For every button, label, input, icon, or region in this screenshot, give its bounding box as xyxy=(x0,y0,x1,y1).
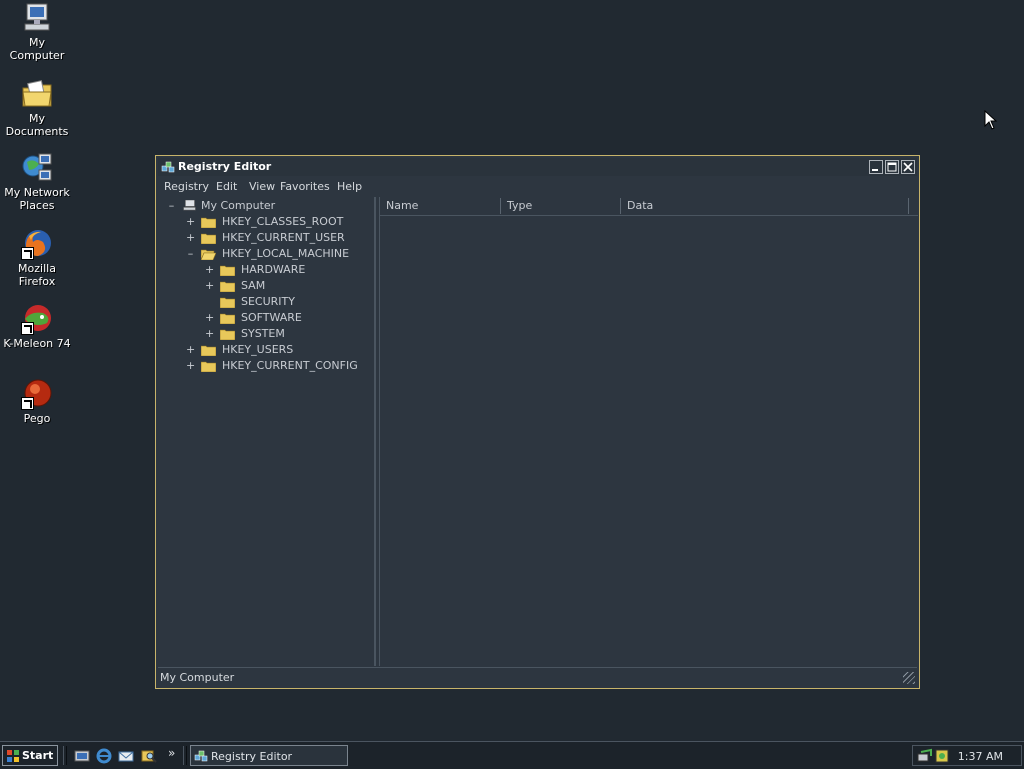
desktop-icon-k-meleon[interactable]: K-Meleon 74 xyxy=(0,303,74,350)
computer-icon xyxy=(183,200,196,211)
minimize-icon xyxy=(872,169,878,171)
status-bar: My Computer xyxy=(158,667,917,686)
clock[interactable]: 1:37 AM xyxy=(958,750,1003,763)
tree-expander[interactable]: + xyxy=(186,230,195,246)
taskbar-button-registry-editor[interactable]: Registry Editor xyxy=(190,745,348,766)
window-title: Registry Editor xyxy=(178,160,272,173)
folder-icon xyxy=(220,297,235,308)
taskbar-separator xyxy=(183,746,187,765)
desktop-icon-label: My Network Places xyxy=(4,186,70,212)
tree-expander[interactable]: + xyxy=(205,310,214,326)
open-folder-icon xyxy=(201,249,216,260)
tree-node-label: HKEY_LOCAL_MACHINE xyxy=(222,247,350,260)
registry-values-pane[interactable]: Name Type Data xyxy=(379,197,918,666)
menu-favorites[interactable]: Favorites xyxy=(280,180,330,193)
volume-tray-icon[interactable] xyxy=(934,748,950,764)
resize-grip-icon[interactable] xyxy=(903,672,915,684)
menu-registry[interactable]: Registry xyxy=(164,180,209,193)
tree-node-label: SAM xyxy=(241,279,266,292)
firefox-icon xyxy=(21,228,53,260)
show-desktop-icon[interactable] xyxy=(74,748,90,764)
start-button[interactable]: Start xyxy=(2,745,58,766)
desktop-icon-label: Mozilla Firefox xyxy=(18,262,56,288)
tree-expander[interactable]: + xyxy=(205,278,214,294)
taskbar-button-label: Registry Editor xyxy=(211,750,293,763)
shortcut-arrow-icon xyxy=(21,397,34,410)
column-header-data[interactable]: Data xyxy=(621,198,909,214)
system-tray: 1:37 AM xyxy=(912,745,1022,766)
tree-node-label: HKEY_USERS xyxy=(222,343,294,356)
menu-view[interactable]: View xyxy=(249,180,275,193)
tree-node-label: HKEY_CURRENT_USER xyxy=(222,231,345,244)
menu-bar: Registry Edit View Favorites Help xyxy=(158,177,917,195)
shortcut-arrow-icon xyxy=(21,322,34,335)
tree-expander[interactable]: + xyxy=(186,358,195,374)
tree-node-label: SECURITY xyxy=(241,295,295,308)
tree-expander[interactable]: – xyxy=(186,246,195,262)
taskbar-separator xyxy=(63,746,67,765)
pego-icon xyxy=(21,378,53,410)
internet-explorer-icon[interactable] xyxy=(96,748,112,764)
desktop-icon-label: My Documents xyxy=(5,112,69,138)
tree-node-label: My Computer xyxy=(201,199,276,212)
list-header: Name Type Data xyxy=(380,197,918,216)
documents-folder-icon xyxy=(21,78,53,110)
desktop-icon-label: Pego xyxy=(23,412,51,425)
folder-icon xyxy=(220,313,235,324)
close-button[interactable] xyxy=(901,160,915,174)
quick-launch-chevron[interactable]: » xyxy=(168,746,175,760)
folder-icon xyxy=(220,265,235,276)
desktop-icon-pego[interactable]: Pego xyxy=(0,378,74,425)
start-label: Start xyxy=(22,749,54,762)
outlook-express-icon[interactable] xyxy=(118,748,134,764)
shortcut-arrow-icon xyxy=(21,247,34,260)
tree-node-label: HARDWARE xyxy=(241,263,306,276)
computer-icon xyxy=(21,2,53,34)
desktop-icon-mozilla-firefox[interactable]: Mozilla Firefox xyxy=(0,228,74,288)
mouse-cursor-icon xyxy=(984,110,998,130)
registry-tree-pane[interactable]: – My Computer + HKEY_CLASSES_ROOT + HKEY… xyxy=(159,197,376,666)
folder-icon xyxy=(201,361,216,372)
folder-icon xyxy=(201,345,216,356)
tree-node-label: SOFTWARE xyxy=(241,311,302,324)
desktop-icon-label: K-Meleon 74 xyxy=(3,337,71,350)
tree-node-label: SYSTEM xyxy=(241,327,285,340)
desktop-icon-label: My Computer xyxy=(9,36,65,62)
column-header-type[interactable]: Type xyxy=(501,198,621,214)
folder-icon xyxy=(220,329,235,340)
maximize-icon xyxy=(887,162,897,172)
menu-help[interactable]: Help xyxy=(337,180,362,193)
column-header-name[interactable]: Name xyxy=(380,198,501,214)
minimize-button[interactable] xyxy=(869,160,883,174)
search-icon[interactable] xyxy=(141,748,157,764)
close-icon xyxy=(903,162,913,172)
network-tray-icon[interactable] xyxy=(917,748,933,764)
tree-node-label: HKEY_CLASSES_ROOT xyxy=(222,215,344,228)
maximize-button[interactable] xyxy=(885,160,899,174)
tree-expander[interactable]: + xyxy=(205,326,214,342)
tree-expander[interactable]: + xyxy=(186,214,195,230)
folder-icon xyxy=(201,217,216,228)
desktop-icon-my-documents[interactable]: My Documents xyxy=(0,78,74,138)
network-icon xyxy=(21,152,53,184)
registry-editor-window[interactable]: Registry Editor Registry Edit View Favor… xyxy=(155,155,920,689)
desktop-icon-my-computer[interactable]: My Computer xyxy=(0,2,74,62)
folder-icon xyxy=(220,281,235,292)
desktop-icon-my-network-places[interactable]: My Network Places xyxy=(0,152,74,212)
menu-edit[interactable]: Edit xyxy=(216,180,237,193)
folder-icon xyxy=(201,233,216,244)
start-logo-icon xyxy=(7,750,19,762)
registry-editor-icon xyxy=(161,161,175,173)
tree-node-label: HKEY_CURRENT_CONFIG xyxy=(222,359,358,372)
taskbar: Start » Registry Editor 1:37 AM xyxy=(0,741,1024,769)
tree-expander[interactable]: + xyxy=(205,262,214,278)
tree-expander[interactable]: + xyxy=(186,342,195,358)
title-bar[interactable]: Registry Editor xyxy=(158,158,917,176)
tree-expander[interactable]: – xyxy=(167,198,176,214)
status-text: My Computer xyxy=(160,671,235,684)
k-meleon-icon xyxy=(21,303,53,335)
registry-editor-icon xyxy=(194,750,208,762)
